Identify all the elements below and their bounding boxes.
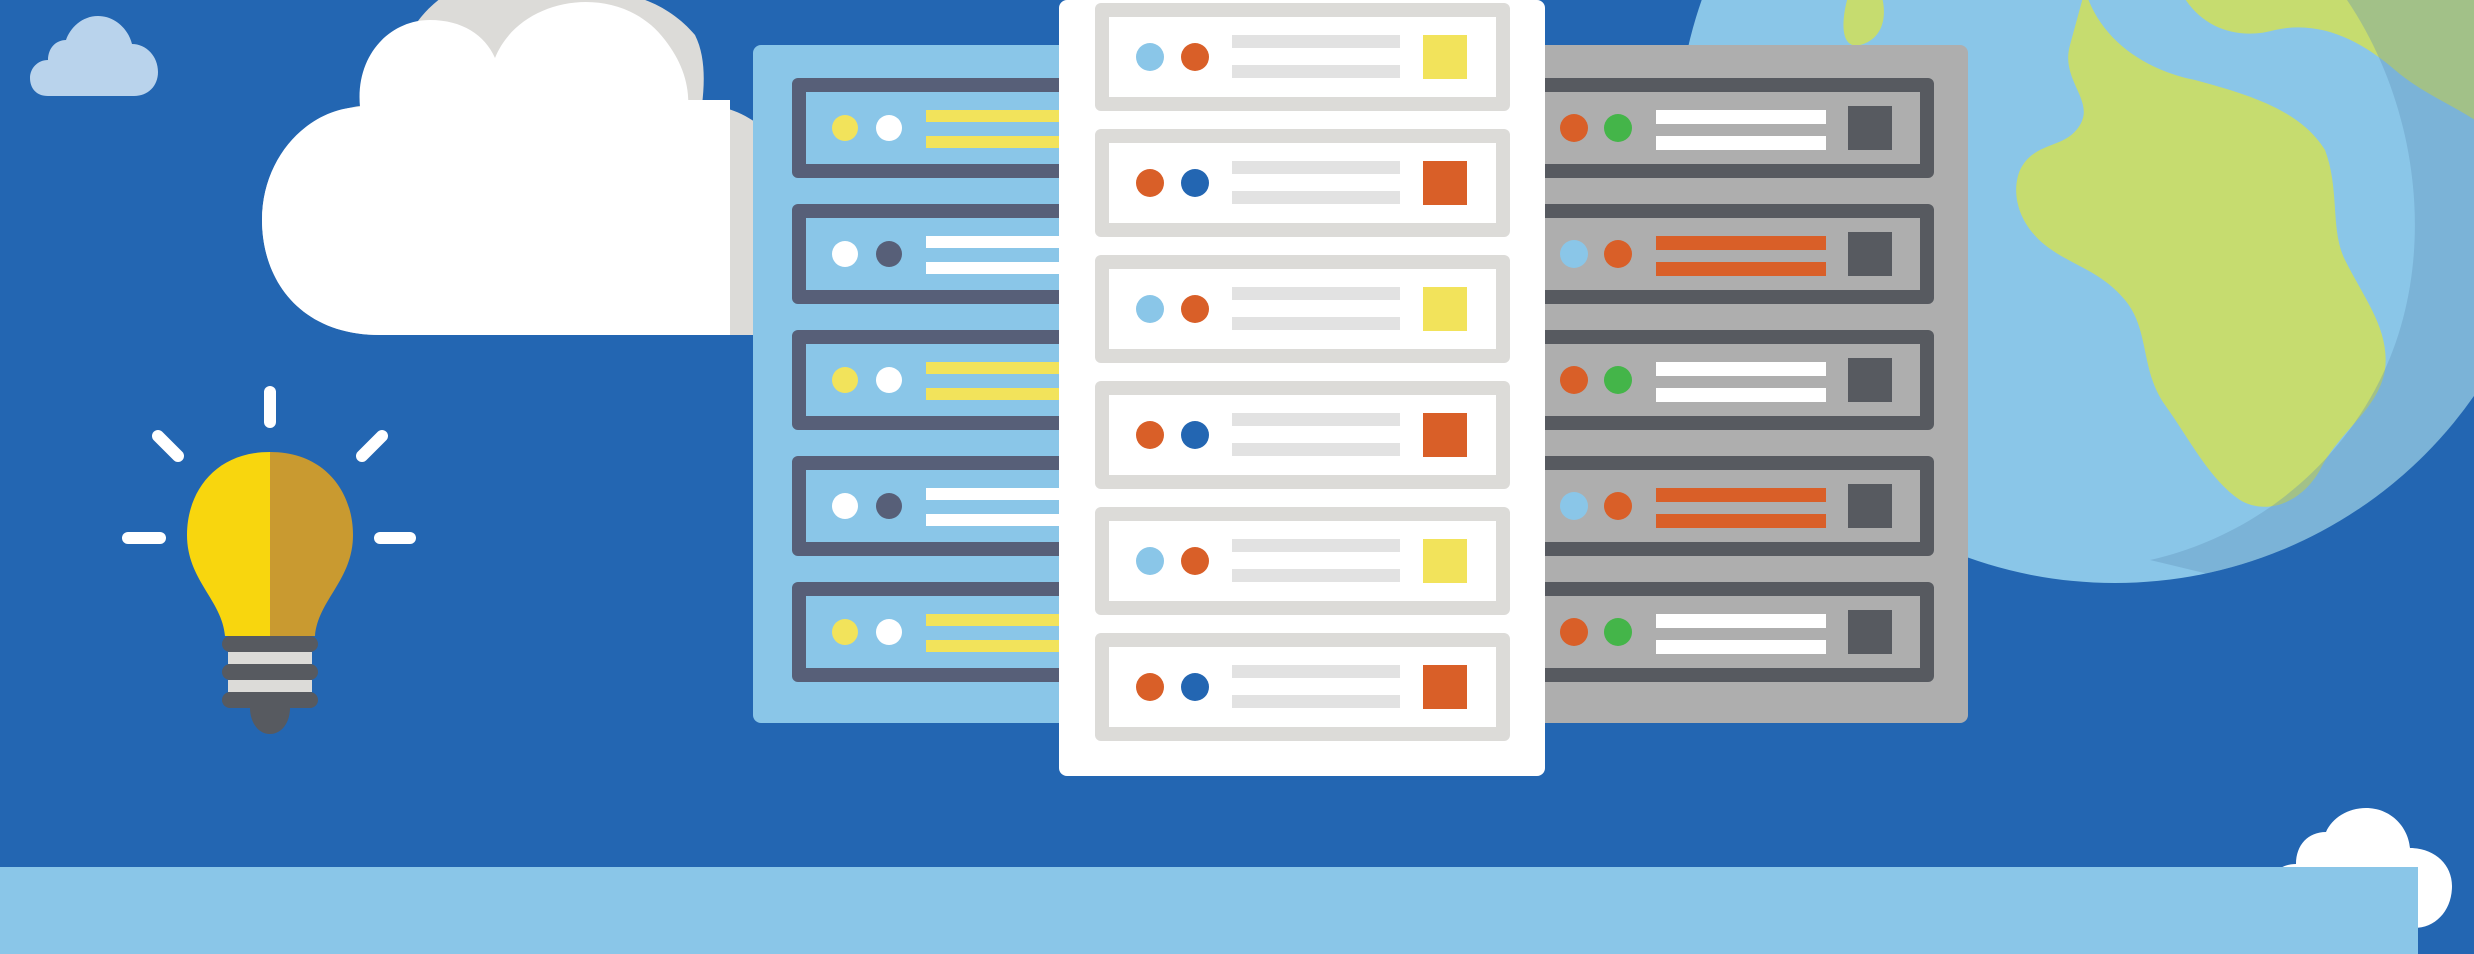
status-led: [832, 619, 858, 645]
drive-bar: [926, 236, 1082, 248]
status-led: [1136, 169, 1164, 197]
drive-indicator: [1848, 232, 1892, 276]
drive-indicator: [1423, 413, 1467, 457]
drive-bar: [1232, 161, 1400, 174]
drive-bar: [1232, 287, 1400, 300]
status-led: [1560, 618, 1588, 646]
server-unit: [1095, 633, 1510, 741]
status-led: [832, 115, 858, 141]
server-unit: [1095, 3, 1510, 111]
server-unit: [1500, 456, 1934, 556]
status-led: [1136, 673, 1164, 701]
status-led: [1560, 366, 1588, 394]
status-led: [1136, 295, 1164, 323]
server-unit: [792, 330, 1082, 430]
drive-bar: [1232, 695, 1400, 708]
status-led: [1604, 492, 1632, 520]
drive-bar: [1232, 443, 1400, 456]
drive-indicator: [1423, 665, 1467, 709]
status-led: [1136, 43, 1164, 71]
drive-bar: [1232, 317, 1400, 330]
server-rack-middle: [1059, 0, 1545, 776]
server-illustration: [0, 0, 2474, 954]
drive-bar: [926, 362, 1082, 374]
drive-bar: [1656, 388, 1826, 402]
status-led: [1181, 673, 1209, 701]
server-unit: [1500, 582, 1934, 682]
drive-indicator: [1423, 287, 1467, 331]
server-unit: [1095, 129, 1510, 237]
drive-bar: [1232, 539, 1400, 552]
drive-bar: [1232, 569, 1400, 582]
drive-bar: [1656, 362, 1826, 376]
status-led: [1181, 295, 1209, 323]
illustration-scene: [0, 0, 2474, 954]
status-led: [1181, 43, 1209, 71]
drive-bar: [1232, 35, 1400, 48]
server-rack-left: [753, 45, 1082, 723]
drive-indicator: [1848, 610, 1892, 654]
server-unit: [792, 204, 1082, 304]
server-unit: [1500, 78, 1934, 178]
drive-bar: [1656, 488, 1826, 502]
drive-bar: [1656, 640, 1826, 654]
drive-indicator: [1423, 161, 1467, 205]
server-unit: [792, 456, 1082, 556]
status-led: [1604, 366, 1632, 394]
drive-bar: [926, 640, 1082, 652]
drive-bar: [1656, 110, 1826, 124]
drive-bar: [926, 136, 1082, 148]
status-led: [1560, 114, 1588, 142]
drive-bar: [1232, 191, 1400, 204]
drive-bar: [1656, 614, 1826, 628]
status-led: [1604, 618, 1632, 646]
server-unit: [792, 582, 1082, 682]
status-led: [876, 493, 902, 519]
server-unit: [1095, 507, 1510, 615]
server-unit: [1095, 381, 1510, 489]
drive-bar: [926, 262, 1082, 274]
drive-indicator: [1848, 106, 1892, 150]
drive-bar: [1656, 514, 1826, 528]
status-led: [876, 115, 902, 141]
server-unit: [1500, 204, 1934, 304]
drive-indicator: [1423, 35, 1467, 79]
status-led: [876, 367, 902, 393]
status-led: [1181, 421, 1209, 449]
status-led: [1181, 169, 1209, 197]
drive-bar: [926, 110, 1082, 122]
ground-band: [0, 867, 2418, 954]
server-unit: [1095, 255, 1510, 363]
drive-bar: [1232, 65, 1400, 78]
server-rack-right: [1500, 45, 1968, 723]
drive-bar: [1656, 136, 1826, 150]
status-led: [1604, 240, 1632, 268]
server-unit: [1500, 330, 1934, 430]
drive-bar: [926, 514, 1082, 526]
status-led: [1560, 240, 1588, 268]
status-led: [1181, 547, 1209, 575]
status-led: [1136, 547, 1164, 575]
drive-indicator: [1423, 539, 1467, 583]
drive-bar: [926, 488, 1082, 500]
status-led: [832, 493, 858, 519]
drive-bar: [926, 388, 1082, 400]
drive-bar: [1656, 236, 1826, 250]
status-led: [876, 241, 902, 267]
drive-indicator: [1848, 484, 1892, 528]
status-led: [832, 241, 858, 267]
drive-bar: [926, 614, 1082, 626]
status-led: [1560, 492, 1588, 520]
server-unit: [792, 78, 1082, 178]
drive-bar: [1232, 413, 1400, 426]
status-led: [1136, 421, 1164, 449]
drive-bar: [1656, 262, 1826, 276]
status-led: [832, 367, 858, 393]
drive-indicator: [1848, 358, 1892, 402]
status-led: [876, 619, 902, 645]
drive-bar: [1232, 665, 1400, 678]
status-led: [1604, 114, 1632, 142]
